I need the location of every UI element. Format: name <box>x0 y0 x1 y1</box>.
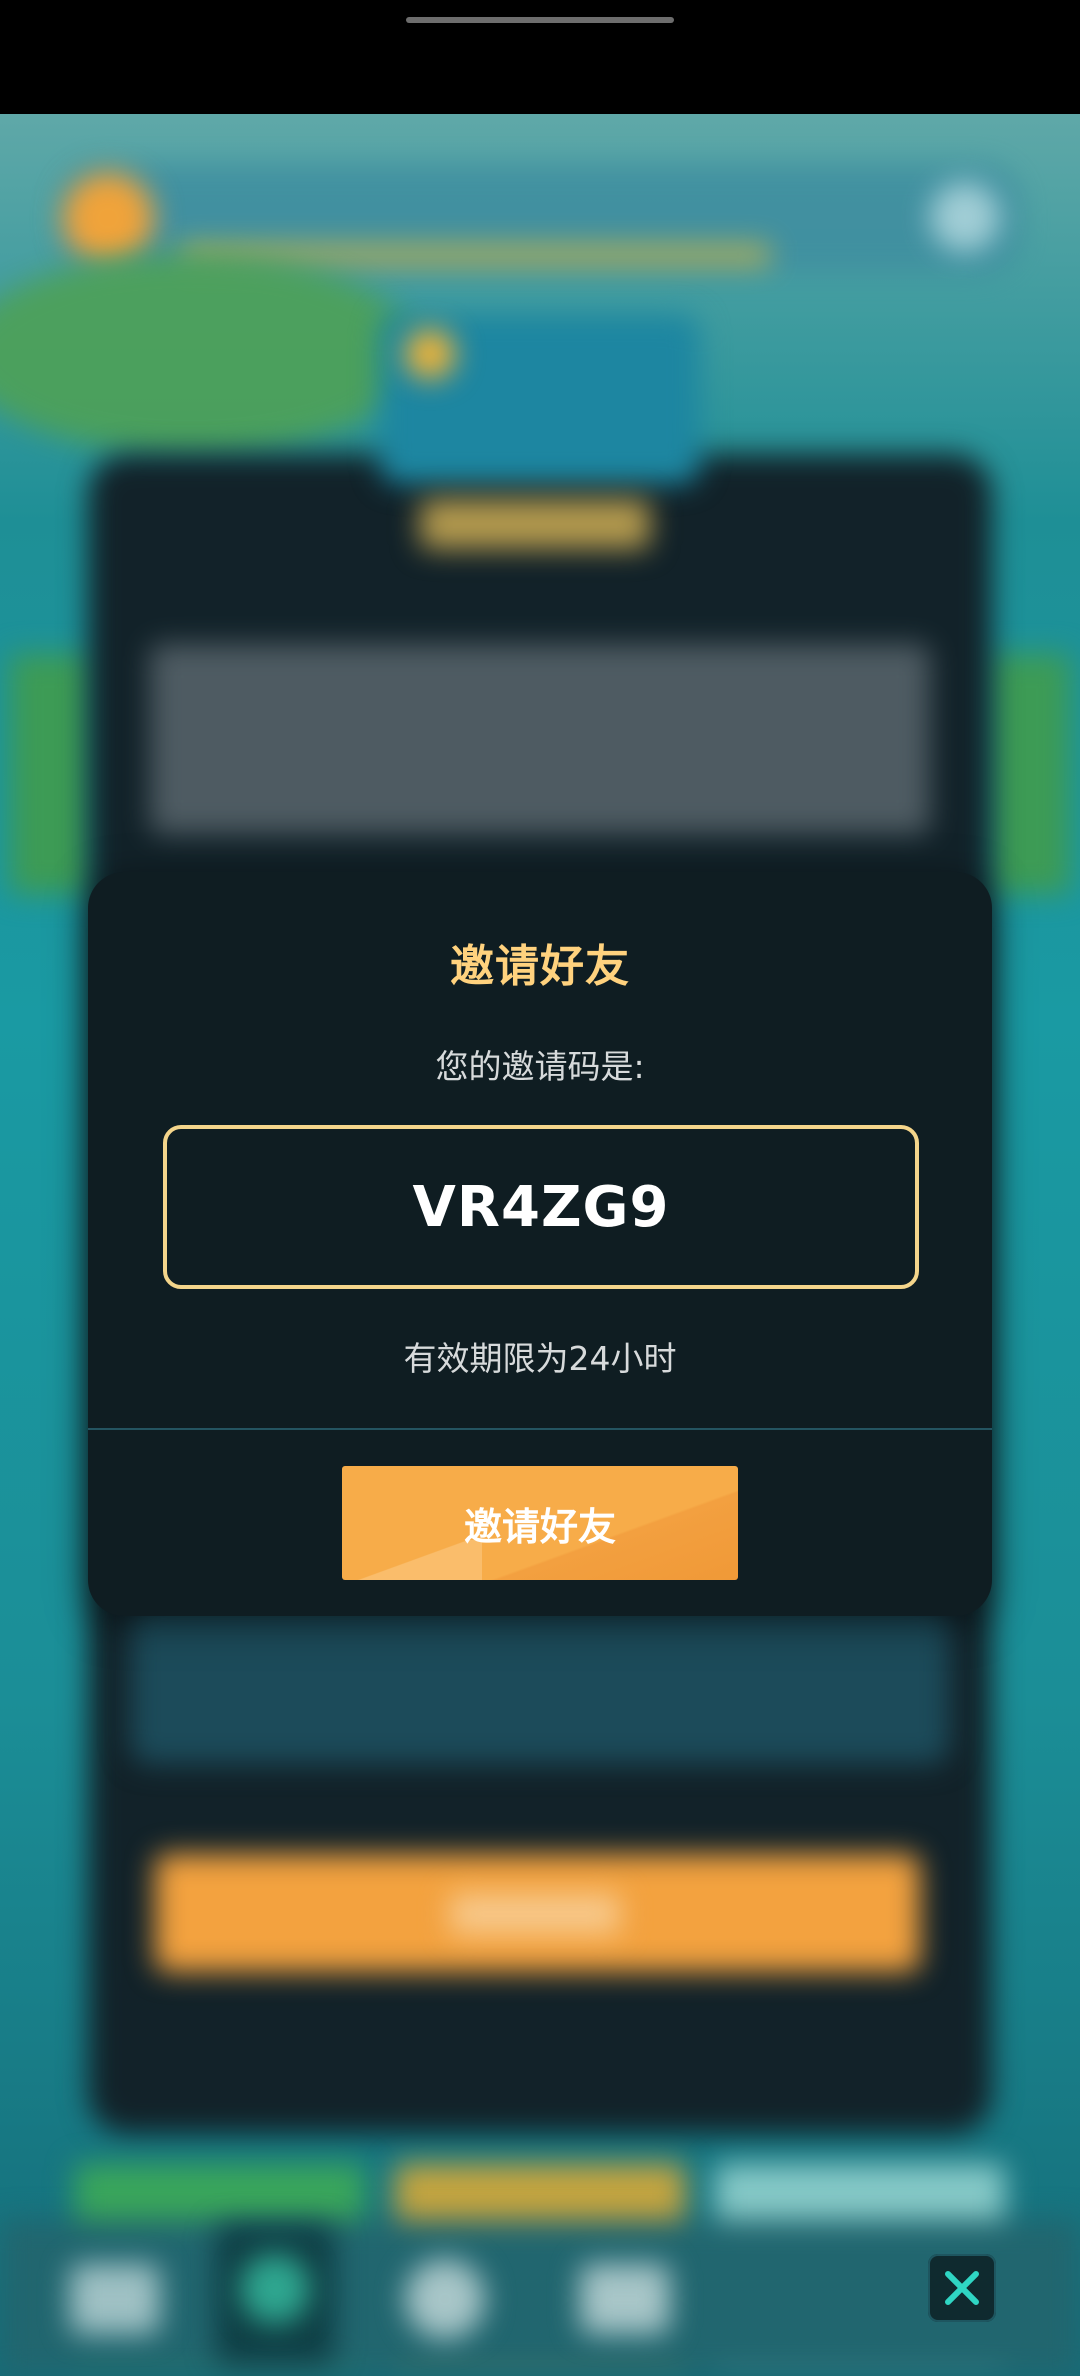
scenery-hill <box>0 254 420 454</box>
nav-icon <box>405 2259 485 2339</box>
close-icon <box>945 2271 979 2305</box>
bottom-nav <box>0 2220 1080 2376</box>
background-panel-row <box>130 1604 950 1764</box>
dialog-divider <box>88 1428 992 1430</box>
close-button[interactable] <box>928 2254 996 2322</box>
dialog-title: 邀请好友 <box>450 941 630 992</box>
invite-code-label: 您的邀请码是: <box>435 1047 645 1086</box>
button-shine <box>342 1540 482 1580</box>
nav-icon <box>580 2264 670 2334</box>
invite-dialog: 邀请好友 您的邀请码是: VR4ZG9 有效期限为24小时 邀请好友 <box>88 872 992 1616</box>
status-area <box>0 0 1080 114</box>
scenery-right <box>990 654 1070 894</box>
invite-friends-button-label: 邀请好友 <box>463 1504 616 1549</box>
validity-text: 有效期限为24小时 <box>403 1339 677 1378</box>
home-indicator[interactable] <box>406 17 674 23</box>
background-panel-title <box>420 499 650 549</box>
nav-icon <box>240 2254 310 2324</box>
nav-icon <box>70 2264 160 2334</box>
player-avatar <box>62 172 154 264</box>
invite-code-box[interactable]: VR4ZG9 <box>163 1125 919 1289</box>
background-panel-text <box>150 644 930 834</box>
background-panel-button-label <box>450 1894 620 1934</box>
invite-friends-button[interactable]: 邀请好友 <box>342 1466 738 1580</box>
settings-icon <box>930 182 1000 252</box>
scenery-left <box>10 654 90 894</box>
invite-code[interactable]: VR4ZG9 <box>413 1175 670 1240</box>
background-card-icon <box>405 329 455 379</box>
